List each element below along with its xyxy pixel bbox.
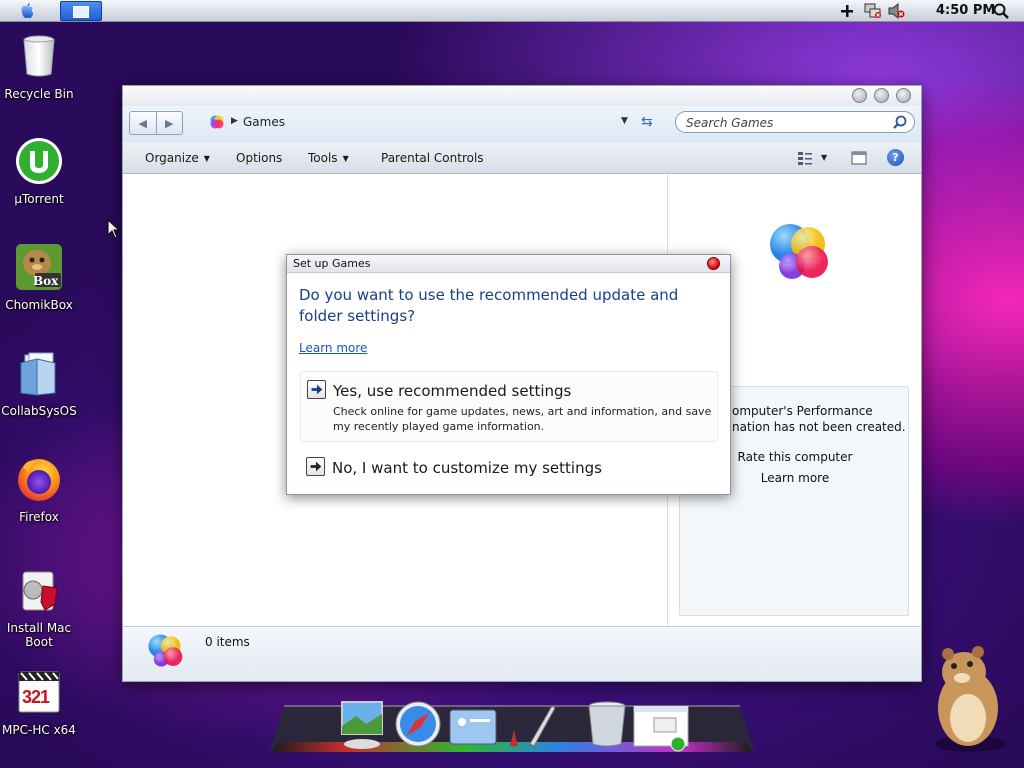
spotlight-search-icon[interactable] [993, 3, 1009, 19]
chomikbox-badge: Box [33, 274, 59, 288]
views-dropdown-icon[interactable]: ▼ [821, 153, 827, 162]
search-box[interactable] [675, 111, 915, 133]
clock[interactable]: 4:50 PM [936, 3, 995, 18]
customize-settings-button[interactable]: No, I want to customize my settings [300, 449, 718, 481]
mouse-cursor-icon [107, 219, 120, 239]
address-bar: ◀ ▶ ▶ Games ▼ ⇆ [123, 106, 921, 142]
finder-window-button[interactable] [60, 1, 102, 21]
views-icon[interactable] [797, 150, 813, 166]
parental-controls-button[interactable]: Parental Controls [381, 151, 484, 165]
utorrent-icon [16, 138, 62, 184]
dock-preview-icon[interactable] [338, 698, 386, 750]
folder-documents-icon [20, 352, 56, 396]
dock-contacts-icon[interactable] [448, 706, 498, 748]
dock-trash-icon[interactable] [584, 698, 630, 750]
games-status-icon [148, 634, 183, 667]
breadcrumb-games[interactable]: Games [243, 115, 285, 129]
customize-option-title: No, I want to customize my settings [332, 459, 602, 477]
command-toolbar: Organize ▼ Options Tools ▼ Parental Contro… [123, 142, 921, 174]
games-folder-icon [210, 115, 224, 129]
arrow-right-icon [307, 380, 326, 399]
dock-window-thumbnail-icon[interactable] [632, 704, 690, 752]
tools-menu[interactable]: Tools ▼ [308, 151, 349, 165]
search-icon[interactable] [892, 114, 908, 130]
use-recommended-settings-button[interactable]: Yes, use recommended settings Check onli… [300, 371, 718, 442]
recommended-option-title: Yes, use recommended settings [333, 382, 572, 400]
item-count: 0 items [205, 635, 250, 649]
desktop-icon-mpc-hc[interactable]: 321 MPC-HC x64 [0, 668, 78, 737]
games-logo-icon [770, 224, 828, 279]
desktop-icon-recycle-bin[interactable]: Recycle Bin [0, 32, 78, 101]
chevron-down-icon: ▼ [203, 154, 210, 163]
network-icon[interactable] [864, 3, 882, 19]
desktop-icon-firefox[interactable]: Firefox [0, 455, 78, 524]
performance-text-line2: nation has not been created. [732, 420, 906, 434]
help-icon[interactable]: ? [887, 149, 904, 166]
apple-icon[interactable] [18, 2, 36, 20]
forward-button[interactable]: ▶ [155, 112, 183, 134]
dock-pen-icon[interactable] [504, 700, 558, 750]
back-button[interactable]: ◀ [130, 112, 156, 134]
installer-icon [22, 571, 58, 611]
organize-menu[interactable]: Organize ▼ [145, 151, 210, 165]
desktop-icon-install-mac-boot[interactable]: Install Mac Boot [0, 566, 78, 649]
learn-more-link[interactable]: Learn more [299, 341, 367, 355]
search-input[interactable] [686, 115, 886, 130]
add-icon[interactable] [840, 3, 854, 19]
breadcrumb-separator-icon[interactable]: ▶ [231, 116, 238, 126]
status-bar: 0 items [123, 626, 921, 681]
close-button[interactable] [896, 88, 911, 103]
menu-bar: 4:50 PM [0, 0, 1024, 22]
window-title-bar[interactable] [123, 86, 921, 106]
dialog-title: Set up Games [293, 257, 371, 270]
dialog-title-bar[interactable]: Set up Games [287, 255, 730, 273]
recycle-bin-icon [23, 35, 55, 77]
desktop-icon-collabsysos[interactable]: CollabSysOS [0, 349, 78, 418]
dialog-question: Do you want to use the recommended updat… [299, 286, 679, 325]
dock-safari-icon[interactable] [394, 700, 442, 748]
maximize-button[interactable] [874, 88, 889, 103]
preview-pane-icon[interactable] [851, 150, 867, 166]
chevron-down-icon: ▼ [342, 154, 349, 163]
recommended-option-description: Check online for game updates, news, art… [333, 405, 712, 433]
refresh-icon[interactable]: ⇆ [641, 114, 653, 130]
desktop-icon-utorrent[interactable]: µTorrent [0, 137, 78, 206]
volume-muted-icon[interactable] [888, 3, 906, 19]
hamster-mascot-icon [934, 646, 1006, 752]
navigation-buttons: ◀ ▶ [129, 111, 183, 135]
firefox-icon [18, 459, 60, 501]
dialog-close-button[interactable] [707, 257, 720, 270]
performance-text-line1: omputer's Performance [732, 404, 873, 418]
setup-games-dialog: Set up Games Do you want to use the reco… [286, 254, 731, 495]
mpc-hc-badge: 321 [22, 687, 50, 707]
address-dropdown-icon[interactable]: ▼ [621, 116, 628, 126]
options-button[interactable]: Options [236, 151, 282, 165]
minimize-button[interactable] [852, 88, 867, 103]
arrow-right-icon [306, 457, 325, 476]
desktop-icon-chomikbox[interactable]: Box ChomikBox [0, 243, 78, 312]
